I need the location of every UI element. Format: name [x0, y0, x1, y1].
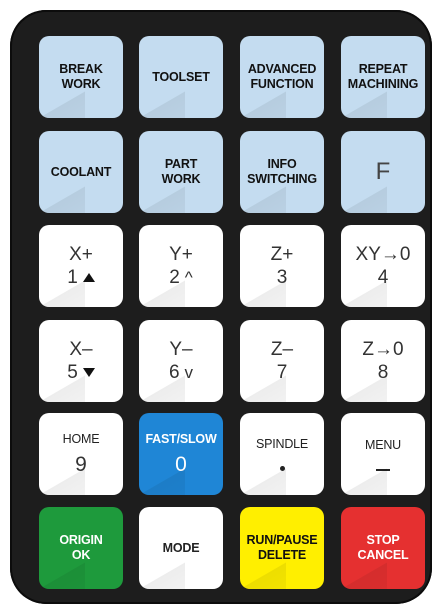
xy-zero-label: XY→0 — [355, 244, 411, 265]
y-minus-button[interactable]: Y– 6 v — [139, 320, 223, 402]
info-switching-label: INFO SWITCHING — [247, 157, 317, 186]
x-plus-label: X+ — [69, 244, 93, 265]
z-zero-label: Z→0 — [362, 339, 404, 360]
digit-4-label: 4 — [377, 267, 389, 288]
stop-cancel-button[interactable]: STOP CANCEL — [341, 507, 425, 589]
origin-ok-label: ORIGIN OK — [59, 533, 103, 562]
home-label: HOME — [62, 431, 100, 446]
y-minus-label: Y– — [169, 339, 193, 360]
fast-slow-button[interactable]: FAST/SLOW 0 — [139, 413, 223, 495]
z-plus-label: Z+ — [270, 244, 294, 265]
digit-5-label: 5 — [67, 362, 78, 383]
xy-zero-button[interactable]: XY→0 4 — [341, 225, 425, 307]
digit-6-label: 6 — [168, 362, 180, 383]
f-button[interactable]: F — [341, 131, 425, 213]
up-triangle-icon — [82, 273, 95, 282]
mode-label: MODE — [162, 540, 200, 555]
x-plus-button[interactable]: X+ 1 — [39, 225, 123, 307]
run-pause-delete-label: RUN/PAUSE DELETE — [246, 533, 318, 562]
dot-icon — [279, 466, 285, 471]
part-work-label: PART WORK — [161, 157, 201, 186]
digit-7-label: 7 — [276, 362, 288, 383]
digit-0-label: 0 — [175, 452, 187, 476]
dash-icon — [376, 468, 390, 471]
f-label: F — [375, 158, 391, 185]
part-work-button[interactable]: PART WORK — [139, 131, 223, 213]
break-work-button[interactable]: BREAK WORK — [39, 36, 123, 118]
mode-button[interactable]: MODE — [139, 507, 223, 589]
digit-1-label: 1 — [67, 267, 78, 288]
digit-8-label: 8 — [377, 362, 389, 383]
digit-3-label: 3 — [276, 267, 288, 288]
x-minus-sub: 5 — [67, 361, 95, 384]
home-button[interactable]: HOME 9 — [39, 413, 123, 495]
info-switching-button[interactable]: INFO SWITCHING — [240, 131, 324, 213]
y-plus-sub: 2 ^ — [169, 266, 193, 289]
run-pause-delete-button[interactable]: RUN/PAUSE DELETE — [240, 507, 324, 589]
down-caret-icon: v — [184, 363, 194, 382]
digit-9-label: 9 — [75, 452, 87, 476]
z-zero-button[interactable]: Z→0 8 — [341, 320, 425, 402]
toolset-label: TOOLSET — [152, 69, 210, 84]
coolant-label: COOLANT — [50, 164, 112, 179]
advanced-function-label: ADVANCED FUNCTION — [247, 62, 317, 91]
stop-cancel-label: STOP CANCEL — [357, 533, 409, 562]
z-minus-button[interactable]: Z– 7 — [240, 320, 324, 402]
break-work-label: BREAK WORK — [59, 62, 103, 91]
menu-label: MENU — [364, 437, 401, 452]
fast-slow-label: FAST/SLOW — [145, 431, 217, 446]
down-triangle-icon — [82, 368, 95, 377]
repeat-machining-label: REPEAT MACHINING — [347, 62, 419, 91]
y-plus-button[interactable]: Y+ 2 ^ — [139, 225, 223, 307]
spindle-button[interactable]: SPINDLE — [240, 413, 324, 495]
y-plus-label: Y+ — [169, 244, 193, 265]
keypad: BREAK WORK TOOLSET ADVANCED FUNCTION REP… — [10, 10, 432, 604]
coolant-button[interactable]: COOLANT — [39, 131, 123, 213]
menu-button[interactable]: MENU — [341, 413, 425, 495]
z-minus-label: Z– — [270, 339, 294, 360]
spindle-label: SPINDLE — [255, 437, 309, 451]
digit-2-label: 2 — [169, 267, 180, 288]
x-plus-sub: 1 — [67, 266, 95, 289]
x-minus-label: X– — [69, 339, 93, 360]
repeat-machining-button[interactable]: REPEAT MACHINING — [341, 36, 425, 118]
advanced-function-button[interactable]: ADVANCED FUNCTION — [240, 36, 324, 118]
origin-ok-button[interactable]: ORIGIN OK — [39, 507, 123, 589]
toolset-button[interactable]: TOOLSET — [139, 36, 223, 118]
up-caret-icon: ^ — [184, 268, 193, 287]
z-plus-button[interactable]: Z+ 3 — [240, 225, 324, 307]
y-minus-sub: 6 v — [169, 361, 193, 384]
x-minus-button[interactable]: X– 5 — [39, 320, 123, 402]
